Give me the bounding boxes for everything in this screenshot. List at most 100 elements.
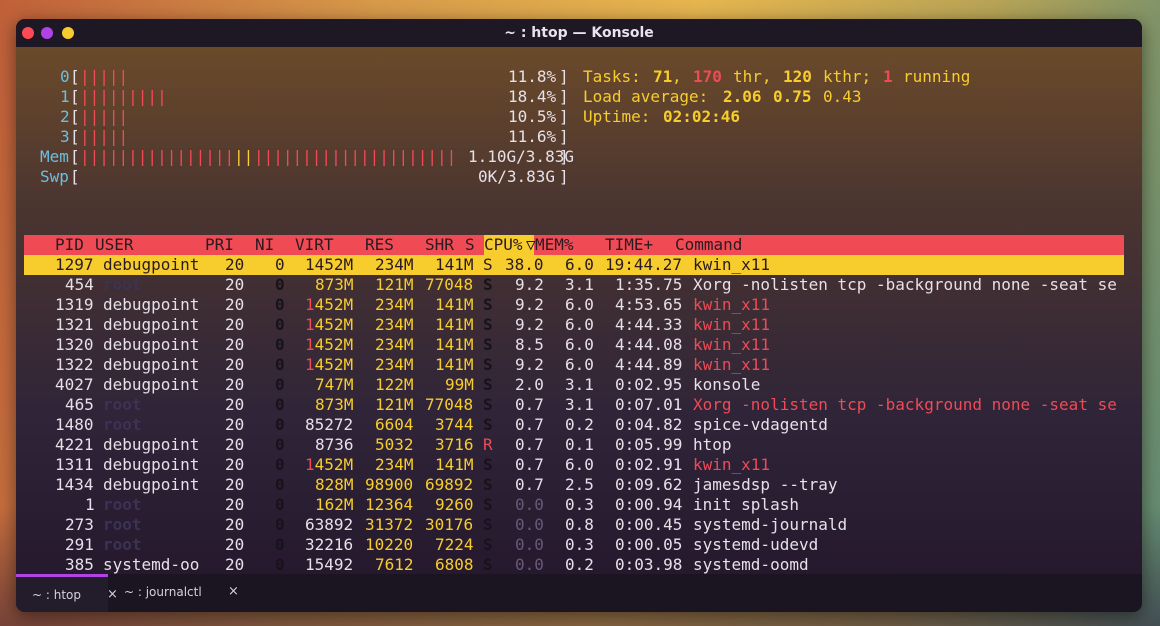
cell-user: root: [103, 395, 142, 414]
cell-ni: 0: [275, 255, 285, 274]
cell-cmd: htop: [693, 435, 732, 454]
cell-mem: 6.0: [565, 255, 594, 274]
cell-shr: 77048: [425, 395, 474, 414]
cell-virt: 85272: [305, 415, 354, 434]
cell-s: S: [483, 455, 493, 474]
cell-cmd: Xorg -nolisten tcp -background none -sea…: [693, 275, 1117, 294]
cell-user: root: [103, 535, 142, 554]
cell-user: root: [103, 495, 142, 514]
cell-res: 31372: [365, 515, 414, 534]
column-header[interactable]: USER: [95, 235, 134, 255]
cell-res: 7612: [375, 555, 414, 574]
cpu-meter-value: 11.8%: [508, 67, 557, 86]
cell-cmd: kwin_x11: [693, 335, 771, 354]
cell-ni: 0: [275, 355, 285, 374]
cell-shr: 141M: [435, 455, 474, 474]
cell-shr: 77048: [425, 275, 474, 294]
cell-s: S: [483, 395, 493, 414]
title-bar: ~ : htop — Konsole: [16, 19, 1142, 47]
cell-shr: 141M: [435, 255, 474, 274]
cell-time: 4:44.08: [615, 335, 683, 354]
column-header[interactable]: TIME+: [605, 235, 653, 255]
cell-virt: 1452M: [305, 355, 354, 374]
cell-cmd: kwin_x11: [693, 455, 771, 474]
cell-pri: 20: [225, 375, 245, 394]
cell-pri: 20: [225, 455, 245, 474]
konsole-window: ~ : htop — Konsole 0 [ ||||| 11.8% ] 1 […: [16, 19, 1142, 612]
column-header[interactable]: VIRT: [295, 235, 334, 255]
close-window-button[interactable]: [22, 27, 34, 39]
cell-res: 122M: [375, 375, 414, 394]
column-header[interactable]: Command: [675, 235, 742, 255]
cell-res: 234M: [375, 315, 414, 334]
cell-virt: 1452M: [305, 315, 354, 334]
terminal-area[interactable]: 0 [ ||||| 11.8% ] 1 [ ||||||||| 18.4% ] …: [16, 47, 1142, 595]
cell-pid: 1319: [55, 295, 94, 314]
cell-mem: 6.0: [565, 355, 594, 374]
cell-pri: 20: [225, 515, 245, 534]
column-header[interactable]: PRI: [205, 235, 234, 255]
cell-pri: 20: [225, 495, 245, 514]
close-tab-icon[interactable]: ×: [107, 577, 118, 612]
cell-s: S: [483, 475, 493, 494]
tab-journalctl[interactable]: ~ : journalctl ×: [124, 574, 239, 612]
cell-mem: 6.0: [565, 335, 594, 354]
cell-res: 121M: [375, 275, 414, 294]
cell-res: 234M: [375, 335, 414, 354]
cell-mem: 0.1: [565, 435, 594, 454]
cell-shr: 141M: [435, 355, 474, 374]
tab-label: ~ : journalctl: [124, 585, 202, 599]
cell-virt: 63892: [305, 515, 354, 534]
cell-pid: 291: [65, 535, 94, 554]
cell-virt: 1452M: [305, 295, 354, 314]
cell-user: systemd-oo: [103, 555, 200, 574]
swp-meter-value: 0K/3.83G: [478, 167, 556, 186]
cell-user: debugpoint: [103, 255, 200, 274]
cell-pri: 20: [225, 395, 245, 414]
close-tab-icon[interactable]: ×: [228, 574, 239, 610]
mem-bar-used: ||||||||||||||||: [80, 147, 235, 166]
column-header[interactable]: MEM%: [535, 235, 574, 255]
cell-cpu: 0.7: [515, 475, 544, 494]
cell-pid: 1297: [55, 255, 94, 274]
minimize-window-button[interactable]: [41, 27, 53, 39]
cell-cmd: systemd-udevd: [693, 535, 819, 554]
cell-cmd: systemd-journald: [693, 515, 848, 534]
window-title: ~ : htop — Konsole: [504, 25, 654, 41]
cell-user: root: [103, 275, 142, 294]
cell-time: 0:07.01: [615, 395, 683, 414]
cell-res: 6604: [375, 415, 414, 434]
cell-user: debugpoint: [103, 375, 200, 394]
cell-pid: 1: [85, 495, 95, 514]
cell-ni: 0: [275, 435, 285, 454]
cell-time: 0:00.45: [615, 515, 683, 534]
cell-s: S: [483, 295, 493, 314]
cell-user: debugpoint: [103, 435, 200, 454]
load-average: Load average: 2.06 0.75 0.43: [583, 87, 862, 106]
maximize-window-button[interactable]: [62, 27, 74, 39]
process-table-header[interactable]: PID USER PRI NI VIRT RES SHR S CPU% ▽ ME…: [24, 235, 1124, 255]
cell-ni: 0: [275, 395, 285, 414]
cell-res: 234M: [375, 455, 414, 474]
cell-mem: 6.0: [565, 295, 594, 314]
tab-htop[interactable]: ~ : htop ×: [16, 574, 118, 612]
cell-virt: 1452M: [305, 455, 354, 474]
cell-mem: 3.1: [565, 395, 594, 414]
column-header[interactable]: SHR: [425, 235, 454, 255]
cell-cpu: 0.7: [515, 455, 544, 474]
column-header[interactable]: PID: [55, 235, 84, 255]
cell-pri: 20: [225, 535, 245, 554]
column-header[interactable]: RES: [365, 235, 394, 255]
cell-pid: 1434: [55, 475, 94, 494]
column-header[interactable]: S: [465, 235, 475, 255]
cell-shr: 99M: [445, 375, 474, 394]
cell-time: 0:00.05: [615, 535, 683, 554]
cell-time: 0:02.91: [615, 455, 683, 474]
cell-s: S: [483, 355, 493, 374]
cpu-bar: |||||: [80, 67, 129, 86]
column-header[interactable]: NI: [255, 235, 274, 255]
cell-cpu: 9.2: [515, 295, 544, 314]
cell-mem: 0.8: [565, 515, 594, 534]
cell-cmd: kwin_x11: [693, 315, 771, 334]
cell-virt: 828M: [315, 475, 354, 494]
